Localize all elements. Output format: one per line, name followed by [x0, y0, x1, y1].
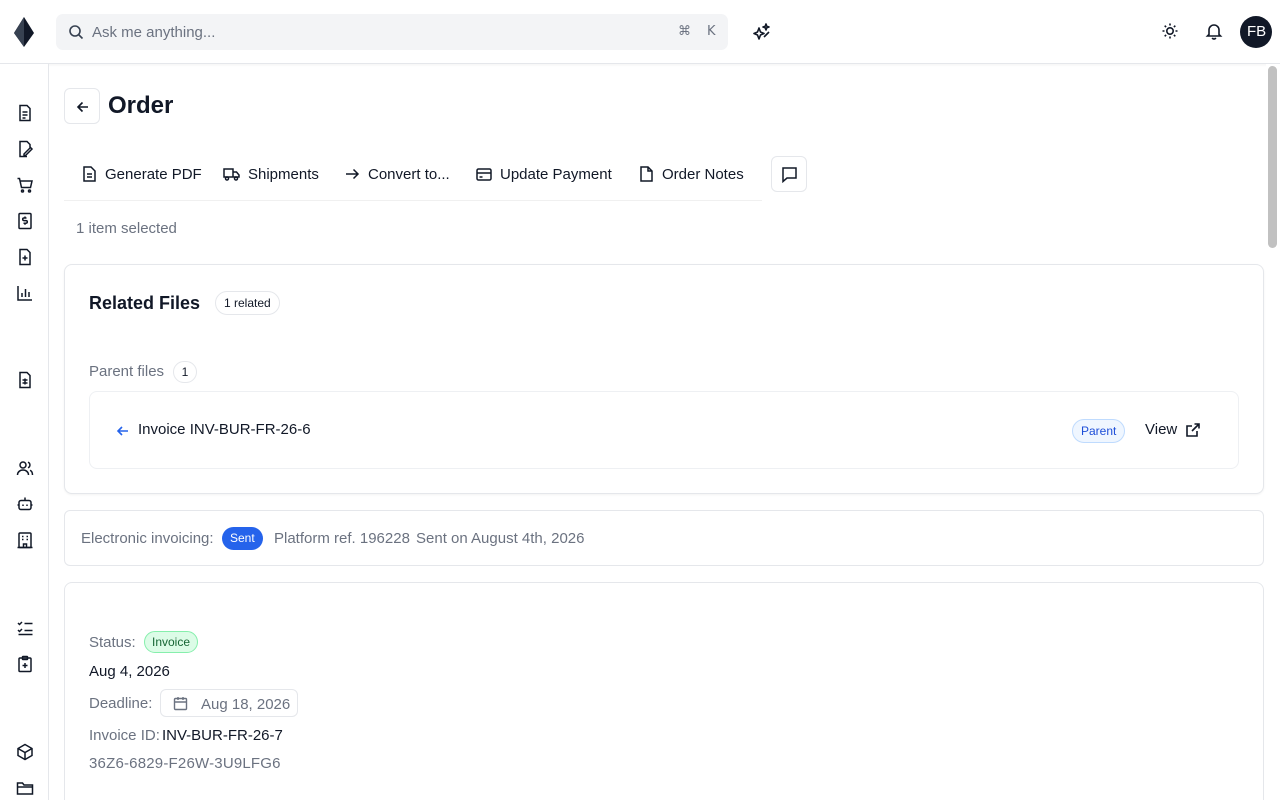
- generate-pdf-button[interactable]: Generate PDF: [82, 162, 202, 186]
- deadline-label: Deadline:: [89, 695, 153, 712]
- update-payment-label: Update Payment: [500, 165, 612, 183]
- related-files-title: Related Files: [89, 293, 201, 313]
- related-count-badge: 1 related: [215, 291, 280, 315]
- einvoicing-status-badge: Sent: [222, 527, 263, 550]
- status-badge: Invoice: [144, 631, 199, 653]
- parent-badge: Parent: [1072, 419, 1126, 443]
- arrow-left-icon: [76, 101, 88, 113]
- calendar-icon: [173, 697, 188, 711]
- view-file-link[interactable]: View: [1145, 421, 1201, 438]
- sidebar-spreadsheet-icon[interactable]: [16, 371, 34, 389]
- invoice-id-label: Invoice ID:: [89, 727, 160, 744]
- selection-count: 1 item selected: [76, 220, 177, 237]
- einvoicing-label: Electronic invoicing:: [81, 530, 214, 547]
- sidebar-documents-icon[interactable]: [16, 104, 34, 122]
- app-logo-icon[interactable]: [14, 17, 34, 47]
- view-label: View: [1145, 421, 1178, 438]
- sidebar-cart-icon[interactable]: [16, 176, 34, 194]
- parent-files-label: Parent files: [89, 363, 165, 380]
- electronic-invoicing-card: Electronic invoicing: Sent Platform ref.…: [64, 510, 1264, 566]
- sidebar-add-document-icon[interactable]: [16, 248, 34, 266]
- top-bar: ⌘ K FB: [0, 0, 1280, 64]
- sidebar: [0, 64, 49, 800]
- order-notes-button[interactable]: Order Notes: [639, 162, 744, 186]
- action-toolbar: Generate PDF Shipments Convert to... Upd…: [64, 150, 762, 201]
- sidebar-package-icon[interactable]: [16, 743, 34, 761]
- status-label: Status:: [89, 634, 136, 651]
- deadline-date-picker[interactable]: Aug 18, 2026: [160, 689, 298, 717]
- avatar-initials: FB: [1247, 23, 1267, 40]
- sidebar-clipboard-icon[interactable]: [16, 655, 34, 673]
- sidebar-edit-document-icon[interactable]: [16, 140, 34, 158]
- related-file-name[interactable]: Invoice INV-BUR-FR-26-6: [138, 421, 311, 438]
- search-input[interactable]: [92, 14, 652, 50]
- sidebar-chart-icon[interactable]: [16, 284, 34, 302]
- comments-button[interactable]: [771, 156, 807, 192]
- sidebar-checklist-icon[interactable]: [16, 619, 34, 637]
- arrow-left-icon: [116, 424, 130, 438]
- message-square-icon: [782, 167, 797, 183]
- theme-sun-icon[interactable]: [1161, 22, 1179, 40]
- related-file-row[interactable]: Invoice INV-BUR-FR-26-6 Parent View: [89, 391, 1239, 469]
- external-link-icon: [1186, 422, 1201, 437]
- shortcut-mod: ⌘: [678, 24, 691, 39]
- truck-icon: [223, 168, 240, 181]
- generate-pdf-label: Generate PDF: [105, 165, 202, 183]
- order-date: Aug 4, 2026: [89, 663, 170, 680]
- arrow-right-icon: [346, 168, 360, 180]
- user-avatar[interactable]: FB: [1240, 16, 1272, 48]
- file-text-icon: [83, 166, 96, 182]
- ai-sparkle-icon[interactable]: [752, 22, 772, 42]
- sidebar-building-icon[interactable]: [16, 531, 34, 549]
- related-files-card: Related Files 1 related Parent files 1 I…: [64, 264, 1264, 494]
- back-button[interactable]: [64, 88, 100, 124]
- order-notes-label: Order Notes: [662, 165, 744, 183]
- deadline-value: Aug 18, 2026: [201, 696, 291, 713]
- sent-on-date: Sent on August 4th, 2026: [416, 530, 585, 547]
- convert-to-button[interactable]: Convert to...: [345, 162, 450, 186]
- bell-icon[interactable]: [1205, 22, 1223, 40]
- search-bar[interactable]: ⌘ K: [56, 14, 728, 50]
- page-title: Order: [108, 92, 174, 119]
- invoice-id-value: INV-BUR-FR-26-7: [162, 727, 283, 744]
- sidebar-bot-icon[interactable]: [16, 495, 34, 513]
- update-payment-button[interactable]: Update Payment: [476, 162, 612, 186]
- credit-card-icon: [476, 167, 492, 181]
- shipments-button[interactable]: Shipments: [223, 162, 319, 186]
- platform-ref: Platform ref. 196228: [274, 530, 410, 547]
- note-icon: [640, 166, 653, 182]
- shortcut-key: K: [707, 24, 716, 39]
- shipments-label: Shipments: [248, 165, 319, 183]
- sidebar-invoice-dollar-icon[interactable]: [16, 212, 34, 230]
- sidebar-folder-icon[interactable]: [16, 779, 34, 797]
- parent-count-badge: 1: [173, 361, 197, 383]
- search-icon: [68, 24, 84, 40]
- convert-to-label: Convert to...: [368, 165, 450, 183]
- scrollbar-thumb[interactable]: [1268, 66, 1277, 248]
- sidebar-users-icon[interactable]: [16, 459, 34, 477]
- order-details-card: Status: Invoice Aug 4, 2026 Deadline: Au…: [64, 582, 1264, 800]
- invoice-code: 36Z6-6829-F26W-3U9LFG6: [89, 755, 281, 772]
